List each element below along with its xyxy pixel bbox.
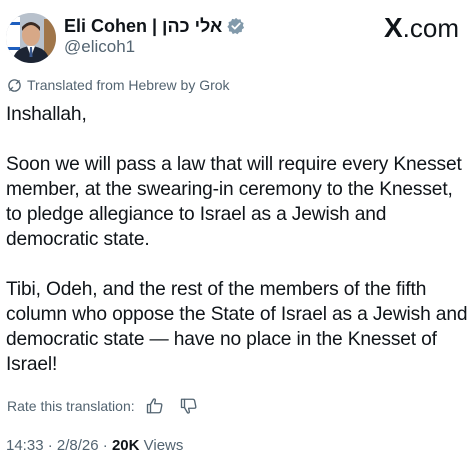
user-handle[interactable]: @elicoh1 [64, 37, 135, 57]
rate-translation-row: Rate this translation: [7, 394, 199, 418]
translation-label: Translated from Hebrew by Grok [27, 77, 230, 93]
translation-notice: Translated from Hebrew by Grok [7, 77, 230, 93]
post-time[interactable]: 14:33 [6, 437, 44, 454]
x-logo: X .com [384, 12, 459, 44]
grok-icon [7, 78, 22, 93]
post-text: Inshallah, Soon we will pass a law that … [6, 102, 472, 377]
meta-separator: · [43, 437, 57, 454]
thumbs-down-icon[interactable] [179, 396, 199, 416]
thumbs-up-icon[interactable] [145, 396, 165, 416]
rate-translation-label: Rate this translation: [7, 398, 135, 414]
avatar[interactable] [6, 13, 56, 63]
post-paragraph: Inshallah, [6, 104, 87, 125]
post-meta: 14:33 · 2/8/26 · 20K Views [6, 437, 183, 454]
post-paragraph: Soon we will pass a law that will requir… [6, 154, 462, 250]
post-paragraph: Tibi, Odeh, and the rest of the members … [6, 279, 468, 375]
views-count: 20K [111, 437, 140, 454]
verified-badge-icon [227, 17, 245, 35]
x-logo-suffix: .com [402, 13, 459, 43]
display-name[interactable]: Eli Cohen | אלי כהן [64, 16, 222, 37]
meta-separator: · [98, 437, 112, 454]
display-name-row[interactable]: Eli Cohen | אלי כהן [64, 14, 245, 38]
avatar-image [6, 13, 56, 63]
views-label: Views [139, 437, 184, 454]
x-logo-mark: X [383, 12, 403, 43]
post-date[interactable]: 2/8/26 [57, 437, 99, 454]
